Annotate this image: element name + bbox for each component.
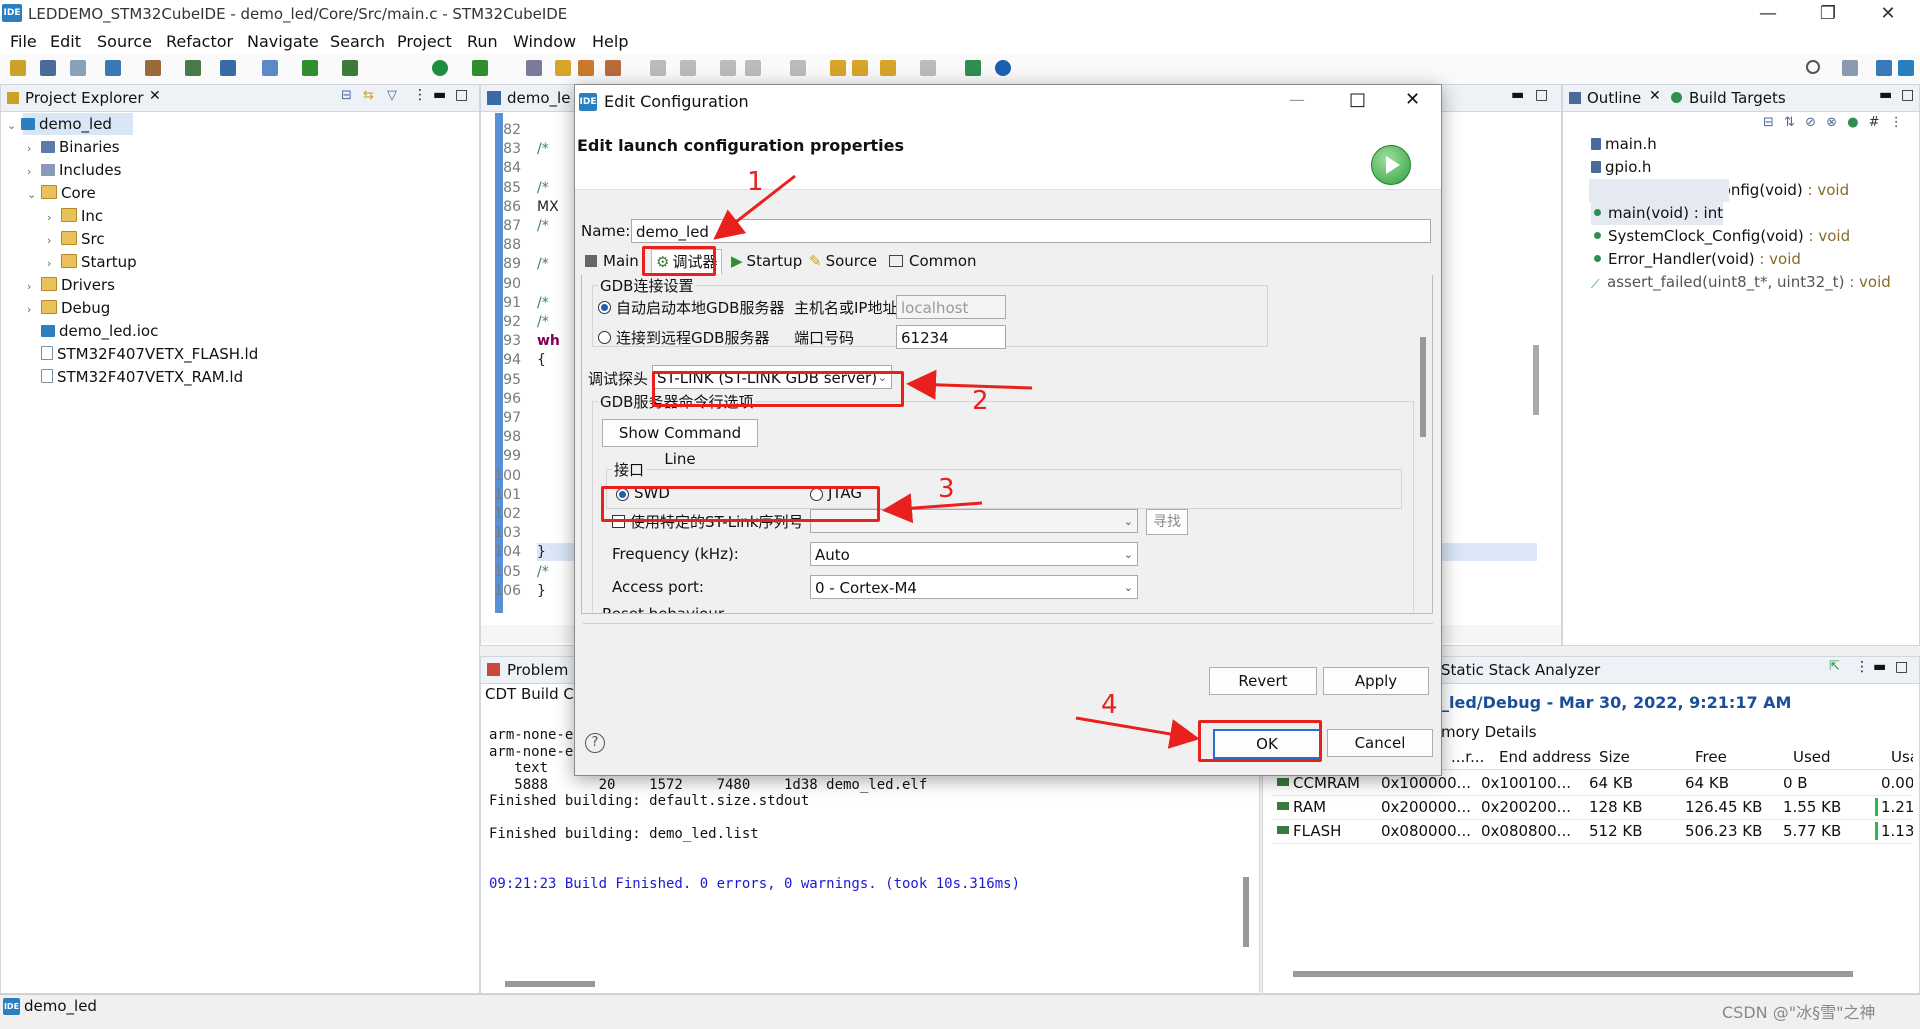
status-project-name: demo_led bbox=[24, 997, 97, 1015]
status-bar: IDE demo_led CSDN @"冰§雪"之神 bbox=[0, 994, 1920, 1022]
annotation-number-1: 1 bbox=[747, 167, 764, 197]
annotation-layer bbox=[713, 174, 1200, 749]
watermark: CSDN @"冰§雪"之神 bbox=[1722, 1003, 1876, 1022]
annotation-box-interface bbox=[601, 486, 880, 522]
annotation-arrow-3 bbox=[882, 493, 983, 524]
annotation-arrow-4 bbox=[1075, 716, 1200, 749]
annotation-number-2: 2 bbox=[972, 386, 989, 416]
annotation-box-probe bbox=[652, 371, 904, 407]
annotation-box-debugger-tab bbox=[642, 246, 716, 276]
annotation-number-4: 4 bbox=[1101, 690, 1118, 720]
annotation-box-ok bbox=[1198, 720, 1322, 762]
annotation-number-3: 3 bbox=[938, 474, 955, 504]
ide-logo-icon: IDE bbox=[3, 998, 20, 1015]
